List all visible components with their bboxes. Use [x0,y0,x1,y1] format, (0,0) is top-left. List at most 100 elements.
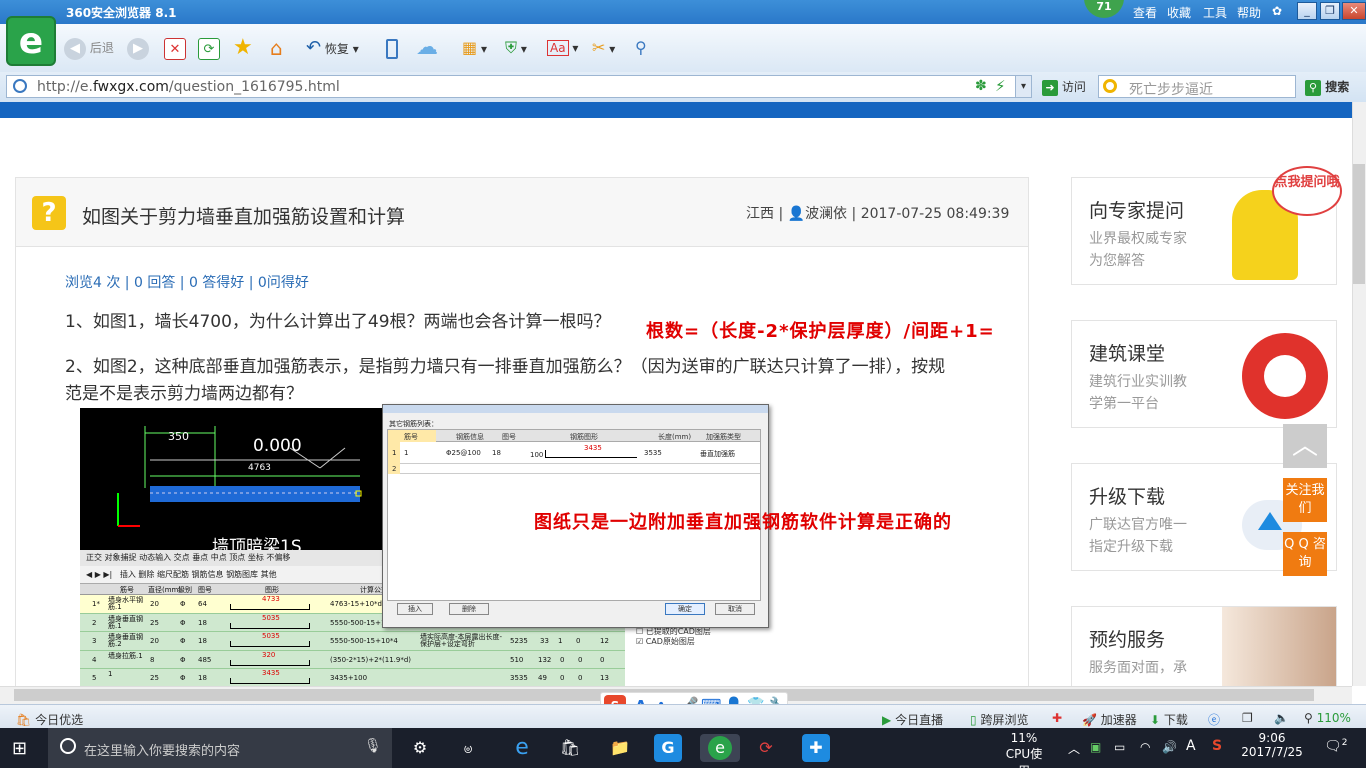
today-live[interactable]: ▶ 今日直播 [882,711,943,728]
vertical-scroll-thumb[interactable] [1353,164,1365,284]
menu-favorites[interactable]: 收藏 [1167,4,1191,21]
card-building-class[interactable]: 建筑课堂 建筑行业实训教 学第一平台 [1071,320,1337,428]
rebar-row[interactable]: 5 1 25 Φ 18 3435 3435+100 3535 49 0 0 13 [80,669,625,688]
minimize-button[interactable]: _ [1297,2,1317,20]
downloads[interactable]: ⬇ 下载 [1150,711,1188,728]
tray-battery-icon[interactable]: ▭ [1114,740,1125,754]
cloud-button[interactable]: ☁ [416,36,438,60]
shield-icon: ⛨ [505,38,518,57]
ask-bubble[interactable]: 点我提问哦 [1272,166,1342,216]
cad-layer-checks: ☐ 已提取的CAD图层 ☑ CAD原始图层 [636,627,711,647]
question-meta: 江西 | 👤波澜依 | 2017-07-25 08:49:39 [746,206,1010,222]
ie-icon[interactable]: ⓔ [1208,711,1220,728]
window-icon[interactable]: ❐ [1242,711,1253,725]
service-photo [1222,607,1336,687]
restore-button[interactable]: ↶ 恢复 ▾ [306,36,359,60]
home-button[interactable]: ⌂ [270,36,283,60]
tray-sogou-icon[interactable]: S [1212,738,1222,754]
clock[interactable]: 9:06 2017/7/25 [1240,731,1304,759]
rebar-row[interactable]: 4 墙身拉筋.1 8 Φ 485 320 (350-2*15)+2*(11.9*d) 510 1… [80,651,625,669]
dialog-cancel-button[interactable]: 取消 [715,603,755,615]
apps-button[interactable]: ▦ ▾ [462,36,487,60]
question-para-2b: 范是不是表示剪力墙两边都有？ [65,384,303,404]
app-plus-icon[interactable]: ✚ [802,734,830,762]
screenshot-button[interactable]: ✂ ▾ [592,36,615,60]
refresh-button[interactable]: ⟳ [198,36,220,60]
rebar-row[interactable]: 3 墙身垂直钢筋.2 20 Φ 18 5035 5550-500-15+10*4 墙实际高度-… [80,632,625,651]
tray-volume-icon[interactable]: 🔊 [1162,740,1177,754]
tray-chevron-icon[interactable]: ︿ [1068,740,1080,757]
search-placeholder: 死亡步步逼近 [1129,82,1213,98]
back-to-top-button[interactable]: ︿ [1283,424,1327,468]
translate-button[interactable]: Aa ▾ [547,36,578,60]
go-arrow-icon: ➜ [1042,80,1058,96]
follow-us-button[interactable]: 关注我们 [1283,478,1327,522]
store-icon[interactable]: 🛍 [556,734,584,762]
search-icon: ⚲ [1305,80,1321,96]
menu-view[interactable]: 查看 [1133,4,1157,21]
dialog-insert-button[interactable]: 插入 [397,603,433,615]
dialog-ok-button[interactable]: 确定 [665,603,705,615]
search-button[interactable]: ⚲ 搜索 [1305,78,1349,96]
dialog-row-1[interactable]: 1 1 Φ25@100 18 100 3435 3535 垂直加强筋 [388,442,760,464]
tray-gpu-icon[interactable]: ▣ [1090,740,1101,754]
layer-check-extracted[interactable]: ☐ 已提取的CAD图层 [636,627,711,637]
search-input[interactable]: 死亡步步逼近 [1098,75,1296,98]
accelerator[interactable]: 🚀 加速器 [1082,711,1137,728]
health-icon[interactable]: ✚ [1052,711,1062,725]
file-explorer-icon[interactable]: 📁 [606,734,634,762]
magnifier-icon: ⚲ [635,38,647,57]
security-button[interactable]: ⛨ ▾ [505,36,527,60]
address-bar[interactable]: http://e.fwxgx.com/question_1616795.html… [6,75,1032,98]
card-ask-expert[interactable]: 向专家提问 业界最权威专家 为您解答 点我提问哦 [1071,166,1342,285]
url-text[interactable]: http://e.fwxgx.com/question_1616795.html [37,79,340,95]
back-button[interactable]: ◀ 后退 [64,36,114,60]
url-dropdown-icon[interactable]: ▾ [1015,76,1031,97]
glodon-app-icon[interactable]: G [654,734,682,762]
dialog-delete-button[interactable]: 删除 [449,603,489,615]
cpu-monitor[interactable]: 11% CPU使用 [1000,731,1048,779]
mic-icon[interactable]: 🎙 [364,738,382,754]
taskbar-search-box[interactable]: 在这里输入你要搜索的内容 🎙 [48,728,392,768]
360-browser-task-icon[interactable]: e [700,734,740,762]
visit-button[interactable]: ➜ 访问 [1042,78,1086,96]
stop-button[interactable]: ✕ [164,36,186,60]
card-appointment[interactable]: 预约服务 服务面对面，承 [1071,606,1337,696]
edge-browser-icon[interactable]: e [508,734,536,762]
forward-button[interactable]: ▶ [127,36,149,60]
class-logo-icon [1242,333,1328,419]
qq-consult-button[interactable]: Q Q 咨询 [1283,532,1327,576]
close-button[interactable]: ✕ [1342,2,1366,20]
volume-icon[interactable]: 🔈 [1274,711,1289,725]
cross-screen[interactable]: ▯ 跨屏浏览 [970,711,1028,728]
task-view-icon[interactable]: ⚙ [406,734,434,762]
author-link[interactable]: 波澜依 [805,206,847,222]
location[interactable]: 江西 [746,206,774,222]
app-spiral-icon[interactable]: ၑ [454,734,482,762]
level-label: 0.000 [253,436,302,456]
zoom-level[interactable]: ⚲ 110% [1304,711,1351,725]
app-red-icon[interactable]: ⟳ [752,734,780,762]
mobile-button[interactable] [386,36,398,60]
speed-icon[interactable]: ✽ [975,78,987,94]
maximize-button[interactable]: ❐ [1320,2,1340,20]
favorite-star-button[interactable]: ★ [233,36,253,60]
menu-help[interactable]: 帮助 [1237,4,1261,21]
lightning-icon[interactable]: ⚡ [995,77,1006,95]
forward-arrow-icon: ▶ [127,37,149,60]
tray-ime-indicator[interactable]: A [1186,738,1196,754]
windows-start-icon[interactable]: ⊞ [12,738,27,759]
undo-icon: ↶ [306,37,322,58]
action-center-icon[interactable]: 🗨2 [1324,738,1348,755]
menu-tools[interactable]: 工具 [1203,4,1227,21]
skin-icon[interactable]: ✿ [1272,4,1282,18]
dialog-row-2[interactable]: 2 [388,464,760,474]
layer-check-original[interactable]: ☑ CAD原始图层 [636,637,711,647]
title-bar: 360安全浏览器 8.1 查看 收藏 工具 帮助 ✿ _ ❐ ✕ [0,0,1366,24]
tray-wifi-icon[interactable]: ◠ [1140,740,1150,754]
browser-logo-icon[interactable]: e [6,16,56,66]
today-picks[interactable]: 🛍 今日优选 [16,711,83,728]
cortana-icon [60,738,76,754]
dim-4763: 4763 [248,463,271,473]
zoom-button[interactable]: ⚲ [635,36,647,60]
